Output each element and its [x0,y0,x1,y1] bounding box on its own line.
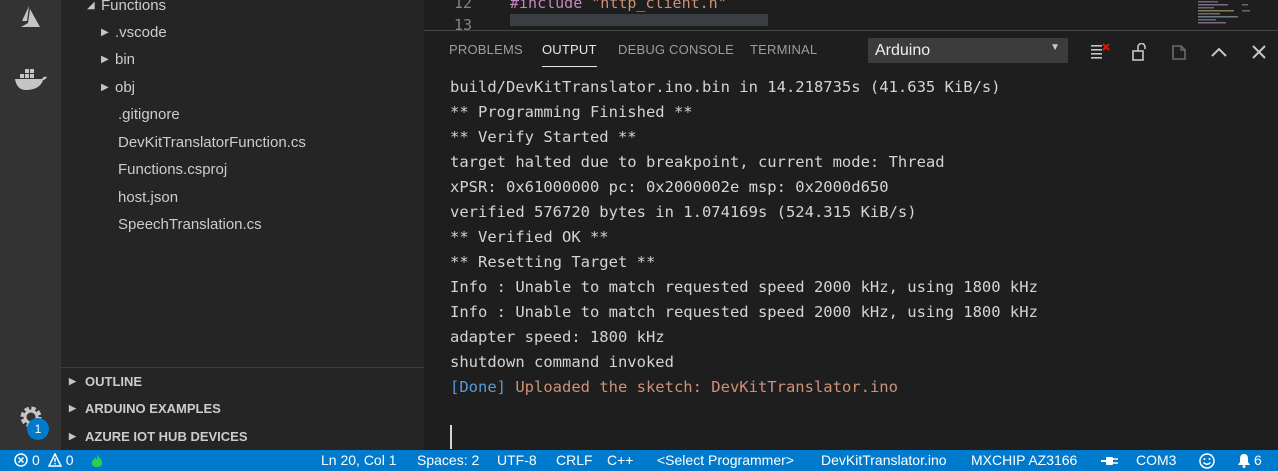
indentation[interactable]: Spaces: 2 [417,452,479,468]
chevron-right-icon: ▶ [69,375,76,386]
warning-icon [47,453,62,467]
flame-icon[interactable] [90,453,104,469]
line-number: 12 [454,0,473,12]
tree-file-devkittranslatorfunction[interactable]: DevKitTranslatorFunction.cs [118,129,306,155]
tab-output[interactable]: OUTPUT [542,42,597,67]
section-label: OUTLINE [85,373,143,389]
maximize-panel-icon[interactable] [1208,41,1230,63]
warning-count: 0 [65,452,74,468]
lock-icon[interactable] [1128,41,1150,63]
tree-item-label: DevKitTranslatorFunction.cs [118,133,306,151]
tree-folder-obj[interactable]: ▶ obj [101,74,135,100]
tree-folder-bin[interactable]: ▶ bin [101,46,135,72]
section-azure-iot-hub-devices[interactable]: ▶ AZURE IOT HUB DEVICES [69,423,248,449]
sketch-file[interactable]: DevKitTranslator.ino [821,452,947,468]
chevron-right-icon: ▶ [101,53,109,65]
code-line: #include "http_client.h" [510,0,727,12]
line-ending[interactable]: CRLF [556,452,593,468]
output-line: ** Verified OK ** [450,228,609,246]
code-string: "http_client.h" [591,0,727,12]
chevron-right-icon: ▶ [101,81,109,93]
plug-icon[interactable] [1100,454,1120,468]
chevron-right-icon: ▶ [101,26,109,38]
output-line: ** Resetting Target ** [450,253,656,271]
tab-problems[interactable]: PROBLEMS [449,42,523,57]
section-label: ARDUINO EXAMPLES [85,400,221,416]
activity-bar: 1 [0,0,61,450]
tree-file-gitignore[interactable]: .gitignore [118,101,180,127]
tree-folder-vscode[interactable]: ▶ .vscode [101,19,167,45]
cursor-position[interactable]: Ln 20, Col 1 [321,452,397,468]
section-label: AZURE IOT HUB DEVICES [85,428,248,444]
selection-highlight [510,14,768,26]
line-number: 13 [454,16,473,30]
output-line: Info : Unable to match requested speed 2… [450,303,1038,321]
tab-debug-console[interactable]: DEBUG CONSOLE [618,42,734,57]
docker-icon[interactable] [0,64,61,94]
clear-output-icon[interactable] [1089,41,1111,63]
chevron-right-icon: ▶ [69,402,76,413]
status-bar: 0 0 Ln 20, Col 1 Spaces: 2 UTF-8 CRLF C+… [0,450,1278,471]
chevron-down-icon: ◢ [87,0,95,11]
code-editor[interactable]: 12 13 #include "http_client.h" [424,0,1278,30]
done-message: Uploaded the sketch: DevKitTranslator.in… [506,378,898,396]
error-icon [14,453,28,467]
done-tag: [Done] [450,378,506,396]
tab-terminal[interactable]: TERMINAL [750,42,817,57]
tree-item-label: host.json [118,188,179,206]
output-line: Info : Unable to match requested speed 2… [450,278,1038,296]
folder-functions[interactable]: ◢ Functions [87,0,166,18]
explorer-sidebar: ◢ Functions ▶ .vscode ▶ bin ▶ obj .gitig… [61,0,424,450]
section-outline[interactable]: ▶ OUTLINE [69,368,142,394]
tree-item-label: obj [115,78,136,96]
encoding[interactable]: UTF-8 [497,452,537,468]
output-line: shutdown command invoked [450,353,674,371]
tree-file-speechtranslation[interactable]: SpeechTranslation.cs [118,211,262,237]
output-line: adapter speed: 1800 kHz [450,328,665,346]
language-mode[interactable]: C++ [607,452,633,468]
tree-item-label: Functions.csproj [118,160,228,178]
output-log[interactable]: build/DevKitTranslator.ino.bin in 14.218… [450,75,1038,400]
tree-file-functions-csproj[interactable]: Functions.csproj [118,156,227,182]
serial-port[interactable]: COM3 [1136,452,1176,468]
text-cursor [450,425,452,449]
chevron-right-icon: ▶ [69,430,76,441]
output-line: xPSR: 0x61000000 pc: 0x2000002e msp: 0x2… [450,178,889,196]
output-line: build/DevKitTranslator.ino.bin in 14.218… [450,78,1001,96]
chevron-down-icon: ▼ [1050,42,1060,53]
tree-file-host-json[interactable]: host.json [118,184,178,210]
azure-icon[interactable] [0,2,61,32]
board-select[interactable]: MXCHIP AZ3166 [971,452,1077,468]
output-line: verified 576720 bytes in 1.074169s (524.… [450,203,917,221]
open-log-icon[interactable] [1168,41,1190,63]
tree-item-label: .vscode [115,23,167,41]
problems-indicator[interactable]: 0 0 [14,452,74,468]
bell-icon [1238,453,1250,468]
settings-badge: 1 [27,418,49,440]
notification-count: 6 [1254,452,1262,468]
notifications[interactable]: 6 [1237,452,1262,468]
scrollbar[interactable] [1262,71,1276,451]
tree-item-label: bin [115,50,136,68]
minimap[interactable] [1196,0,1264,26]
section-arduino-examples[interactable]: ▶ ARDUINO EXAMPLES [69,395,221,421]
output-line: ** Programming Finished ** [450,103,693,121]
bottom-panel: PROBLEMS OUTPUT DEBUG CONSOLE TERMINAL A… [424,30,1278,451]
code-keyword: #include [510,0,592,12]
output-channel-select[interactable]: Arduino ▼ [868,38,1068,63]
tree-item-label: .gitignore [118,105,180,123]
panel-tabs: PROBLEMS OUTPUT DEBUG CONSOLE TERMINAL A… [424,31,1278,71]
close-icon[interactable] [1248,41,1270,63]
programmer-select[interactable]: <Select Programmer> [657,452,794,468]
tree-item-label: SpeechTranslation.cs [118,215,262,233]
error-count: 0 [32,452,40,468]
output-line: target halted due to breakpoint, current… [450,153,945,171]
output-line: ** Verify Started ** [450,128,637,146]
output-channel-value: Arduino [875,41,931,59]
folder-label: Functions [101,0,167,14]
smiley-icon[interactable] [1199,453,1215,469]
output-done-line: [Done] Uploaded the sketch: DevKitTransl… [450,375,1038,400]
